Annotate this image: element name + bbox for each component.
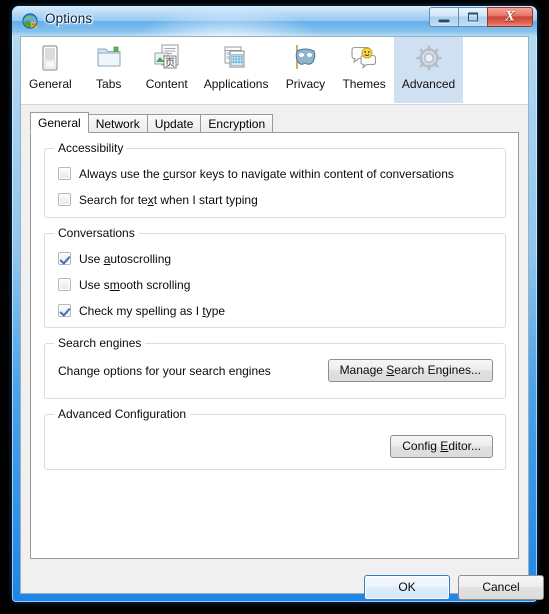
manage-search-engines-button[interactable]: Manage Search Engines...: [327, 359, 493, 382]
checkbox-check-spelling[interactable]: Check my spelling as I type: [58, 302, 225, 319]
checkbox-use-smooth-scrolling-box[interactable]: [58, 278, 71, 291]
checkbox-check-spelling-label: Check my spelling as I type: [79, 303, 226, 318]
minimize-button[interactable]: [429, 7, 458, 27]
sub-tab-strip: General Network Update Encryption: [30, 112, 274, 133]
mask-icon: [296, 45, 316, 69]
search-engines-caption: Search engines: [54, 336, 146, 350]
advanced-general-panel: Accessibility Always use the cursor keys…: [30, 132, 519, 559]
ok-button[interactable]: OK: [364, 575, 450, 600]
search-engines-description: Change options for your search engines: [58, 364, 271, 378]
checkbox-cursor-keys[interactable]: Always use the cursor keys to navigate w…: [58, 165, 454, 182]
category-tab-label: Content: [145, 77, 188, 91]
close-button[interactable]: X: [487, 7, 533, 27]
sub-tab-network[interactable]: Network: [87, 114, 148, 133]
category-tab-content[interactable]: 页 Content: [138, 37, 196, 103]
window-controls: X: [429, 7, 533, 27]
category-tab-strip: General Tabs 页 Content Applications Priv…: [21, 37, 528, 105]
conversations-group: Conversations Use autoscrolling Use smoo…: [44, 226, 506, 328]
checkbox-search-for-text-box[interactable]: [58, 193, 71, 206]
applications-icon: [224, 46, 245, 68]
category-tab-label: Applications: [203, 77, 269, 91]
maximize-icon: [468, 12, 478, 22]
sub-tab-encryption[interactable]: Encryption: [200, 114, 274, 133]
advanced-configuration-group: Advanced Configuration Config Editor...: [44, 407, 506, 470]
checkbox-use-smooth-scrolling[interactable]: Use smooth scrolling: [58, 276, 190, 293]
sub-tab-update[interactable]: Update: [146, 114, 202, 133]
globe-icon: [22, 13, 38, 29]
close-icon: X: [504, 8, 516, 25]
category-tab-label: Tabs: [96, 77, 122, 91]
checkbox-cursor-keys-label: Always use the cursor keys to navigate w…: [79, 166, 454, 181]
category-tab-themes[interactable]: Themes: [334, 37, 393, 103]
checkbox-use-autoscrolling-box[interactable]: [58, 252, 71, 265]
sub-tab-general[interactable]: General: [30, 112, 89, 133]
checkbox-use-smooth-scrolling-label: Use smooth scrolling: [79, 277, 191, 292]
accessibility-group: Accessibility Always use the cursor keys…: [44, 141, 506, 218]
title-bar[interactable]: Options X: [12, 6, 537, 36]
conversations-caption: Conversations: [54, 226, 139, 240]
checkbox-check-spelling-box[interactable]: [58, 304, 71, 317]
checkbox-use-autoscrolling[interactable]: Use autoscrolling: [58, 250, 171, 267]
category-tab-general[interactable]: General: [21, 37, 80, 103]
category-tab-label: Themes: [342, 77, 386, 91]
category-tab-tabs[interactable]: Tabs: [80, 37, 138, 103]
category-tab-privacy[interactable]: Privacy: [276, 37, 334, 103]
category-tab-label: Privacy: [285, 77, 326, 91]
options-window: Options X General Tabs 页 Content Applica…: [12, 6, 544, 602]
checkbox-search-for-text[interactable]: Search for text when I start typing: [58, 191, 258, 208]
content-pages-icon: 页: [154, 44, 179, 69]
maximize-button[interactable]: [458, 7, 487, 27]
gear-icon: [415, 45, 442, 71]
svg-text:页: 页: [165, 57, 175, 69]
search-engines-group: Search engines Change options for your s…: [44, 336, 506, 399]
checkbox-cursor-keys-box[interactable]: [58, 167, 71, 180]
folder-tabs-icon: [97, 46, 121, 67]
cancel-button[interactable]: Cancel: [458, 575, 544, 600]
speech-bubble-smiley-icon: [351, 46, 377, 69]
category-tab-label: General: [29, 77, 72, 91]
config-editor-button[interactable]: Config Editor...: [390, 435, 493, 458]
checkbox-search-for-text-label: Search for text when I start typing: [79, 192, 258, 207]
accessibility-caption: Accessibility: [54, 141, 128, 155]
category-tab-label: Advanced: [401, 77, 456, 91]
category-tab-advanced[interactable]: Advanced: [393, 37, 464, 103]
window-title: Options: [45, 11, 93, 26]
client-area: General Tabs 页 Content Applications Priv…: [20, 36, 544, 600]
browser-window-icon: [42, 45, 58, 71]
category-tab-applications[interactable]: Applications: [196, 37, 277, 103]
advanced-configuration-caption: Advanced Configuration: [54, 407, 191, 421]
checkbox-use-autoscrolling-label: Use autoscrolling: [79, 251, 172, 266]
minimize-icon: [438, 19, 450, 23]
